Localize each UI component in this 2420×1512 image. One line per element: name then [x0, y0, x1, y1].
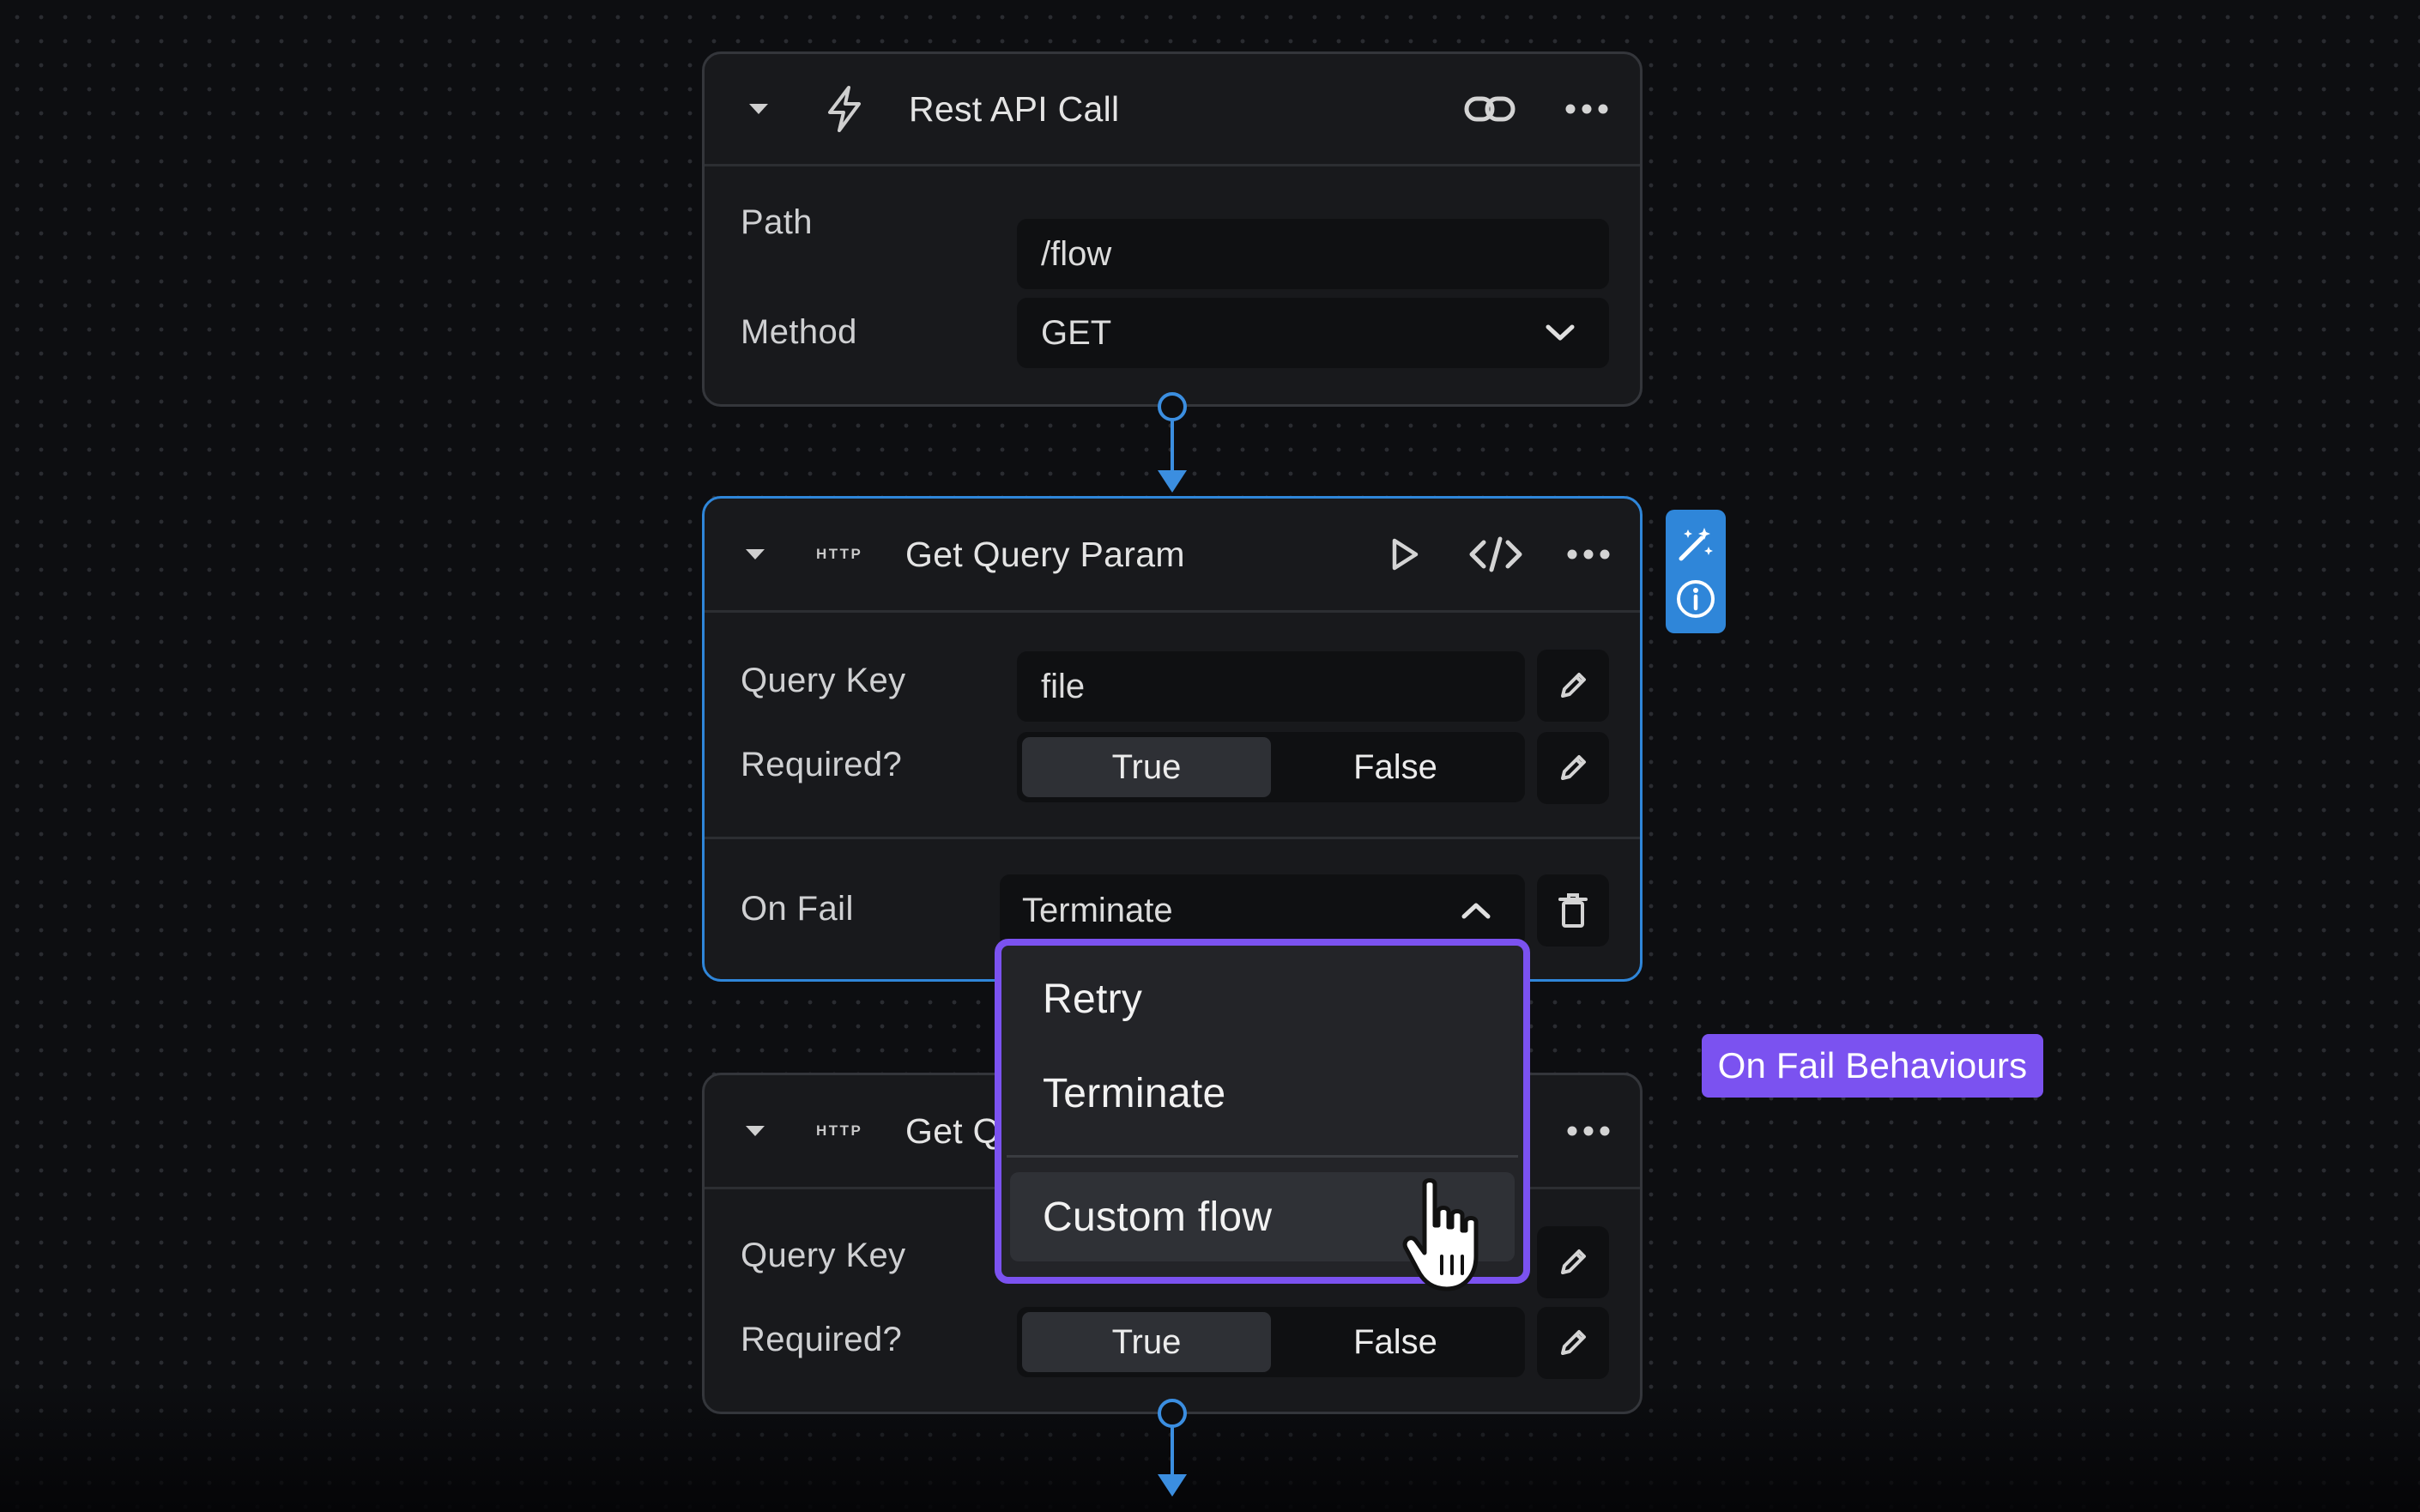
more-options-icon[interactable]: [1561, 92, 1612, 126]
required-toggle[interactable]: True False: [1017, 732, 1525, 802]
play-icon[interactable]: [1381, 530, 1429, 578]
chevron-down-icon: [1546, 324, 1575, 341]
query-key-label: Query Key: [741, 662, 906, 699]
dropdown-option-retry[interactable]: Retry: [1001, 954, 1523, 1043]
connector-line: [1171, 420, 1174, 470]
node-title: Get Query Param: [905, 534, 1185, 574]
http-badge: HTTP: [816, 1122, 863, 1139]
pencil-icon: [1561, 1330, 1586, 1355]
dropdown-divider: [1007, 1155, 1518, 1158]
pencil-icon: [1561, 755, 1586, 780]
on-fail-label: On Fail: [741, 890, 854, 928]
more-options-icon[interactable]: [1563, 537, 1614, 572]
lightning-icon: [828, 86, 861, 132]
connector-arrow: [1158, 1474, 1187, 1497]
info-icon[interactable]: [1675, 578, 1716, 620]
method-label: Method: [741, 313, 857, 351]
on-fail-select[interactable]: Terminate: [1000, 874, 1525, 947]
pencil-icon: [1561, 1249, 1586, 1274]
rest-api-call-node[interactable]: Rest API Call Path /flow Method GET: [702, 51, 1643, 407]
node-side-toolbar: [1666, 510, 1726, 633]
edit-query-key-button[interactable]: [1537, 650, 1609, 722]
chevron-up-icon: [1461, 903, 1491, 919]
required-label: Required?: [741, 746, 903, 783]
node-header: Rest API Call: [705, 54, 1640, 166]
link-icon[interactable]: [1460, 83, 1520, 135]
get-query-param-node[interactable]: HTTP Get Query Param Query Key file Requ…: [702, 496, 1643, 982]
on-fail-value: Terminate: [1022, 891, 1173, 929]
output-port[interactable]: [1158, 392, 1187, 421]
method-select[interactable]: GET: [1017, 298, 1609, 368]
collapse-caret-icon[interactable]: [747, 102, 770, 116]
connector-line: [1171, 1426, 1174, 1476]
more-options-icon[interactable]: [1563, 1114, 1614, 1148]
required-label: Required?: [741, 1321, 903, 1358]
trash-icon: [1558, 893, 1588, 928]
collapse-caret-icon[interactable]: [744, 547, 766, 561]
delete-button[interactable]: [1537, 874, 1609, 947]
node-title: Get Q: [905, 1110, 1001, 1151]
query-key-label: Query Key: [741, 1237, 906, 1274]
collapse-caret-icon[interactable]: [744, 1124, 766, 1138]
required-false-option[interactable]: False: [1271, 737, 1520, 797]
query-key-input[interactable]: file: [1017, 651, 1525, 722]
http-badge: HTTP: [816, 546, 863, 562]
edit-required-button[interactable]: [1537, 732, 1609, 804]
edit-required-button[interactable]: [1537, 1307, 1609, 1379]
node-header: HTTP Get Query Param: [705, 499, 1640, 613]
pencil-icon: [1561, 673, 1586, 698]
required-true-option[interactable]: True: [1022, 737, 1271, 797]
dropdown-option-terminate[interactable]: Terminate: [1001, 1049, 1523, 1138]
output-port[interactable]: [1158, 1399, 1187, 1428]
connector-arrow: [1158, 470, 1187, 493]
required-true-option[interactable]: True: [1022, 1312, 1271, 1372]
required-toggle[interactable]: True False: [1017, 1307, 1525, 1377]
section-divider: [705, 837, 1640, 839]
method-value: GET: [1041, 313, 1112, 352]
magic-wand-icon[interactable]: [1676, 524, 1715, 564]
hand-pointer-cursor-icon: [1402, 1178, 1479, 1291]
node-title: Rest API Call: [909, 88, 1120, 129]
edit-query-key-button[interactable]: [1537, 1226, 1609, 1298]
path-label: Path: [741, 203, 813, 241]
on-fail-behaviours-callout: On Fail Behaviours: [1702, 1034, 2043, 1098]
path-input[interactable]: /flow: [1017, 219, 1609, 289]
required-false-option[interactable]: False: [1271, 1312, 1520, 1372]
code-icon[interactable]: [1465, 530, 1527, 578]
